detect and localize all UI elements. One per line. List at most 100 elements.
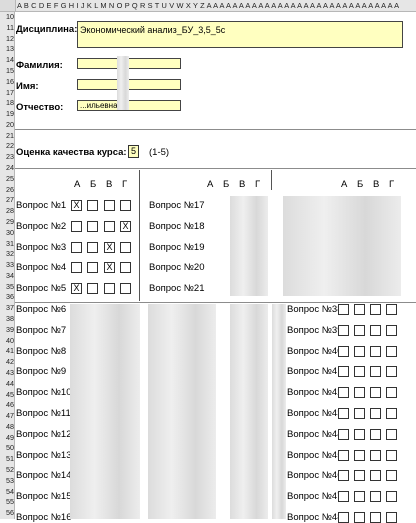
column-letters[interactable]: A B C D E F G H I J K L M N O P Q R S T … [16, 0, 399, 11]
column-header-bar[interactable]: A B C D E F G H I J K L M N O P Q R S T … [0, 0, 416, 12]
answer-checkbox[interactable] [386, 304, 397, 315]
answer-checkbox[interactable] [370, 345, 381, 357]
answer-checkbox[interactable] [386, 366, 397, 378]
answer-checkbox[interactable] [120, 283, 131, 295]
answer-checkbox[interactable]: X [71, 200, 82, 211]
patronymic-field[interactable]: ...ильевна [77, 100, 181, 111]
answer-checkbox[interactable] [120, 262, 131, 274]
answer-checkbox[interactable] [370, 324, 381, 336]
row-number[interactable]: 28 [0, 207, 14, 215]
row-number[interactable]: 25 [0, 174, 14, 183]
row-number[interactable]: 43 [0, 368, 14, 377]
row-number[interactable]: 41 [0, 347, 14, 355]
row-number[interactable]: 50 [0, 444, 14, 452]
answer-checkbox[interactable] [370, 428, 381, 440]
row-number[interactable]: 29 [0, 217, 14, 226]
answer-checkbox[interactable] [370, 408, 381, 419]
row-number[interactable]: 30 [0, 228, 14, 237]
name-field[interactable] [77, 79, 181, 90]
answer-checkbox[interactable] [87, 200, 98, 211]
row-number[interactable]: 52 [0, 466, 14, 474]
answer-checkbox[interactable] [338, 408, 349, 419]
answer-checkbox[interactable] [338, 387, 349, 399]
answer-checkbox[interactable] [370, 304, 381, 315]
row-number[interactable]: 33 [0, 261, 14, 269]
answer-checkbox[interactable] [120, 241, 131, 253]
answer-checkbox[interactable] [370, 512, 381, 523]
row-number[interactable]: 22 [0, 142, 14, 150]
row-number[interactable]: 42 [0, 358, 14, 366]
answer-checkbox[interactable] [370, 470, 381, 482]
row-number[interactable]: 18 [0, 99, 14, 107]
answer-checkbox[interactable] [338, 449, 349, 461]
answer-checkbox[interactable] [354, 449, 365, 461]
answer-checkbox[interactable] [370, 449, 381, 461]
answer-checkbox[interactable] [87, 220, 98, 232]
row-number[interactable]: 46 [0, 401, 14, 409]
row-number[interactable]: 26 [0, 185, 14, 194]
answer-checkbox[interactable] [104, 200, 115, 211]
row-number[interactable]: 23 [0, 153, 14, 161]
answer-checkbox[interactable] [370, 491, 381, 503]
row-number[interactable]: 11 [0, 23, 14, 32]
row-number[interactable]: 39 [0, 325, 14, 334]
answer-checkbox[interactable]: X [71, 283, 82, 295]
answer-checkbox[interactable] [386, 470, 397, 482]
answer-checkbox[interactable] [354, 345, 365, 357]
answer-checkbox[interactable] [104, 283, 115, 295]
answer-checkbox[interactable] [386, 491, 397, 503]
quality-rating-field[interactable]: 5 [128, 145, 139, 158]
answer-checkbox[interactable] [338, 324, 349, 336]
row-number[interactable]: 47 [0, 412, 14, 420]
answer-checkbox[interactable] [354, 366, 365, 378]
answer-checkbox[interactable] [354, 428, 365, 440]
answer-checkbox[interactable] [354, 387, 365, 399]
row-number[interactable]: 14 [0, 56, 14, 64]
row-number[interactable]: 37 [0, 304, 14, 312]
row-number[interactable]: 20 [0, 120, 14, 129]
surname-field[interactable] [77, 58, 181, 69]
row-number[interactable]: 27 [0, 196, 14, 204]
row-number[interactable]: 34 [0, 271, 14, 280]
answer-checkbox[interactable]: X [120, 220, 131, 232]
answer-checkbox[interactable] [386, 345, 397, 357]
row-number[interactable]: 56 [0, 509, 14, 517]
row-number[interactable]: 36 [0, 293, 14, 301]
answer-checkbox[interactable] [87, 241, 98, 253]
answer-checkbox[interactable] [338, 366, 349, 378]
answer-checkbox[interactable] [386, 387, 397, 399]
row-number[interactable]: 48 [0, 422, 14, 431]
answer-checkbox[interactable] [338, 470, 349, 482]
row-number[interactable]: 13 [0, 45, 14, 53]
row-number[interactable]: 32 [0, 250, 14, 258]
row-number[interactable]: 31 [0, 239, 14, 248]
answer-checkbox[interactable] [338, 491, 349, 503]
row-number[interactable]: 17 [0, 88, 14, 97]
row-number[interactable]: 38 [0, 315, 14, 323]
row-number[interactable]: 21 [0, 131, 14, 140]
row-number[interactable]: 15 [0, 66, 14, 75]
row-number[interactable]: 35 [0, 282, 14, 291]
row-number[interactable]: 44 [0, 379, 14, 388]
answer-checkbox[interactable] [87, 262, 98, 274]
row-number[interactable]: 19 [0, 110, 14, 118]
answer-checkbox[interactable] [338, 428, 349, 440]
row-number[interactable]: 54 [0, 487, 14, 496]
answer-checkbox[interactable] [370, 366, 381, 378]
answer-checkbox[interactable] [354, 408, 365, 419]
answer-checkbox[interactable] [71, 262, 82, 274]
answer-checkbox[interactable] [338, 304, 349, 315]
answer-checkbox[interactable]: X [104, 262, 115, 274]
answer-checkbox[interactable] [71, 241, 82, 253]
answer-checkbox[interactable] [87, 283, 98, 295]
select-all-corner[interactable] [0, 0, 16, 11]
row-number[interactable]: 16 [0, 77, 14, 86]
row-header-bar[interactable]: 10 11 12 13 14 15 16 17 18 19 20 21 22 23 24 25 26 27 28 29… [0, 12, 15, 519]
row-number[interactable]: 51 [0, 455, 14, 463]
row-number[interactable]: 12 [0, 34, 14, 43]
row-number[interactable]: 49 [0, 433, 14, 442]
answer-checkbox[interactable] [354, 491, 365, 503]
answer-checkbox[interactable] [354, 470, 365, 482]
row-number[interactable]: 45 [0, 390, 14, 399]
answer-checkbox[interactable] [386, 324, 397, 336]
